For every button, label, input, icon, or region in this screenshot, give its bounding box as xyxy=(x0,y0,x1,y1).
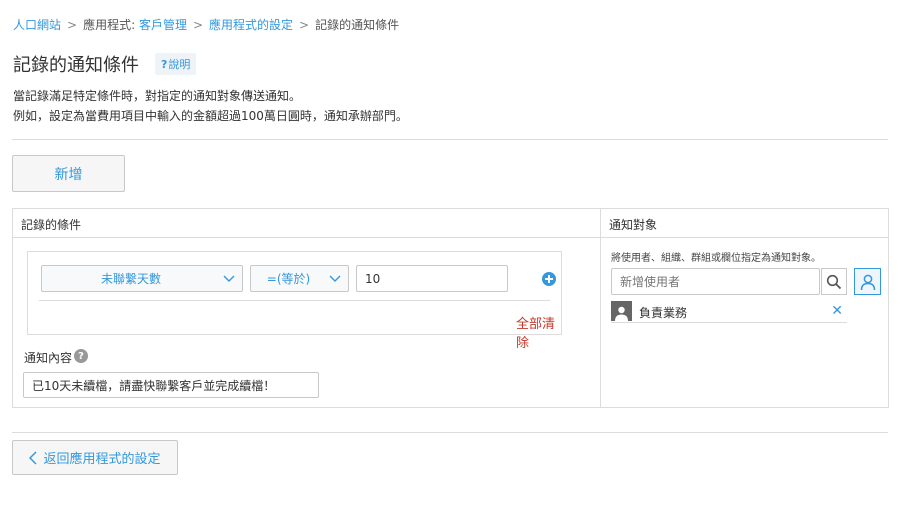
targets-hint: 將使用者、組織、群組或欄位指定為通知對象。 xyxy=(611,253,821,264)
condition-value-input[interactable] xyxy=(356,265,508,292)
header-divider xyxy=(12,139,888,140)
help-circle-icon[interactable]: ? xyxy=(74,349,88,363)
condition-divider xyxy=(39,300,550,301)
select-user-button[interactable] xyxy=(854,268,881,295)
operator-select[interactable]: =(等於) xyxy=(250,265,349,292)
chevron-down-icon xyxy=(326,275,344,283)
notify-content-input[interactable] xyxy=(23,372,319,398)
settings-panel: 記錄的條件 通知對象 未聯繫天數 =(等於) 全部清除 通知內容 ? 將使用者、… xyxy=(12,208,889,408)
notify-content-label: 通知內容 xyxy=(24,351,73,365)
breadcrumb-separator: > xyxy=(67,18,78,32)
search-icon xyxy=(826,274,842,289)
back-to-settings-button[interactable]: 返回應用程式的設定 xyxy=(12,440,178,475)
panel-header-divider xyxy=(13,237,888,238)
breadcrumb-app-customer[interactable]: 客戶管理 xyxy=(139,18,187,32)
close-icon[interactable]: ✕ xyxy=(831,304,843,318)
field-select[interactable]: 未聯繫天數 xyxy=(41,265,243,292)
targets-header: 通知對象 xyxy=(609,218,658,232)
description-line-1: 當記錄滿足特定條件時，對指定的通知對象傳送通知。 xyxy=(13,89,302,103)
conditions-header: 記錄的條件 xyxy=(21,218,82,232)
target-entity-row: 負責業務 ✕ xyxy=(611,301,847,323)
field-select-value: 未聯繫天數 xyxy=(100,272,161,286)
user-icon xyxy=(860,274,875,290)
search-button[interactable] xyxy=(821,268,847,295)
operator-select-value: =(等於) xyxy=(266,272,311,286)
breadcrumb-app-prefix: 應用程式: xyxy=(83,18,136,32)
chevron-left-icon xyxy=(29,450,38,465)
help-question-icon: ? xyxy=(161,58,168,71)
condition-box: 未聯繫天數 =(等於) 全部清除 xyxy=(27,251,562,351)
panel-column-divider xyxy=(600,209,601,407)
breadcrumb-current: 記錄的通知條件 xyxy=(315,18,400,32)
breadcrumb-separator: > xyxy=(299,18,310,32)
page-title: 記錄的通知條件 xyxy=(13,55,139,76)
breadcrumb-separator: > xyxy=(192,18,204,32)
clear-all-link[interactable]: 全部清除 xyxy=(516,313,561,351)
breadcrumb-app-settings[interactable]: 應用程式的設定 xyxy=(209,18,293,32)
user-avatar-icon xyxy=(611,301,632,321)
help-label: 說明 xyxy=(168,58,191,71)
back-label: 返回應用程式的設定 xyxy=(43,452,161,467)
description-line-2: 例如，設定為當費用項目中輸入的金額超過100萬日圓時，通知承辦部門。 xyxy=(13,109,408,123)
help-button[interactable]: ?說明 xyxy=(155,53,197,75)
add-condition-icon[interactable] xyxy=(542,272,556,286)
breadcrumb-portal[interactable]: 人口網站 xyxy=(13,18,61,32)
user-search-input[interactable] xyxy=(611,268,820,295)
page-description: 當記錄滿足特定條件時，對指定的通知對象傳送通知。 例如，設定為當費用項目中輸入的… xyxy=(13,86,408,126)
add-button[interactable]: 新增 xyxy=(12,155,125,192)
footer-divider xyxy=(12,432,888,433)
target-entity-name: 負責業務 xyxy=(639,306,688,320)
breadcrumb: 人口網站 > 應用程式: 客戶管理 > 應用程式的設定 > 記錄的通知條件 xyxy=(13,16,399,33)
chevron-down-icon xyxy=(220,275,238,283)
